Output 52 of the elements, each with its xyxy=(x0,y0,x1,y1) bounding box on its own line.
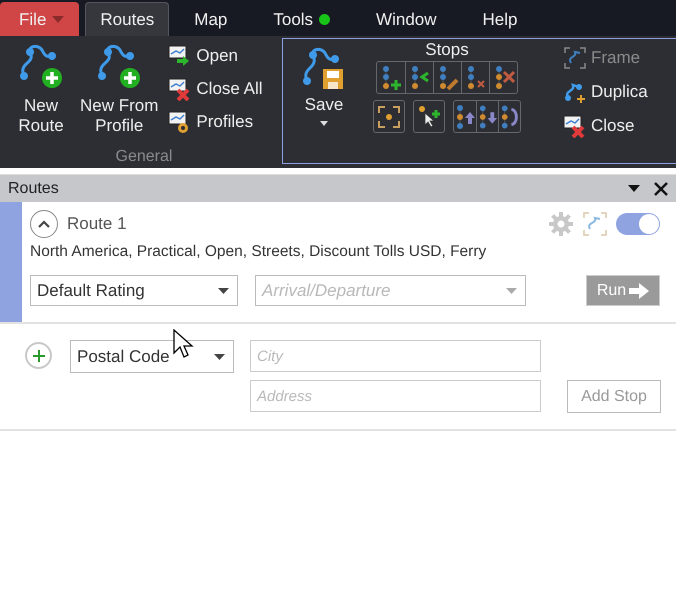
caret-icon xyxy=(52,16,64,23)
pointer-plus-icon xyxy=(417,104,441,128)
stops-icon xyxy=(380,64,402,90)
city-field[interactable]: City xyxy=(250,340,541,372)
caret-icon xyxy=(214,354,225,360)
ribbon-button[interactable]: Profiles xyxy=(168,109,263,135)
window-x-icon xyxy=(168,77,192,101)
menu-tab[interactable]: Map xyxy=(173,2,248,36)
collapse-button[interactable] xyxy=(30,210,58,238)
frame-route-icon xyxy=(563,46,587,70)
ribbon-button[interactable]: Open xyxy=(168,43,263,69)
chevron-icon xyxy=(38,220,50,228)
address-field[interactable]: Address xyxy=(250,380,541,412)
menu-tab[interactable]: Help xyxy=(462,2,538,36)
arrow-icon xyxy=(629,282,650,298)
window-x-icon xyxy=(563,114,587,138)
route-options: North America, Practical, Open, Streets, Discount Tolls USD, Ferry xyxy=(30,243,660,261)
stop-tool-button[interactable] xyxy=(433,62,461,93)
route-name: Route 1 xyxy=(67,214,127,234)
menu-tab[interactable]: Tools xyxy=(252,2,352,36)
ribbon-button[interactable]: Close xyxy=(563,113,648,139)
caret-icon xyxy=(506,288,517,294)
stop-tool-button[interactable] xyxy=(498,101,520,132)
plus-icon xyxy=(32,350,44,362)
route-plus-icon xyxy=(563,80,587,104)
ribbon-button[interactable]: Close All xyxy=(168,76,263,102)
caret-icon xyxy=(218,288,229,294)
stop-tool-button[interactable] xyxy=(476,101,498,132)
menu-tab[interactable]: Routes xyxy=(85,2,170,36)
group-label: General xyxy=(114,148,174,166)
stop-tool-button[interactable] xyxy=(413,100,445,133)
close-icon[interactable] xyxy=(654,182,668,196)
stop-tool-button[interactable] xyxy=(489,62,517,93)
add-button[interactable] xyxy=(25,342,52,369)
stops-icon xyxy=(477,104,498,130)
dropdown-icon[interactable] xyxy=(628,185,640,192)
cursor-icon xyxy=(173,329,195,359)
location-type-select[interactable]: Postal Code xyxy=(70,340,234,373)
stops-icon xyxy=(499,104,520,130)
group-label: Stops xyxy=(425,39,469,61)
stops-icon xyxy=(454,104,476,130)
ribbon-button[interactable]: New Route xyxy=(12,40,70,148)
menu-tab[interactable]: File xyxy=(0,2,80,36)
visibility-toggle[interactable] xyxy=(616,213,660,235)
rating-select[interactable]: Default Rating xyxy=(30,275,238,306)
stop-tool-button[interactable] xyxy=(373,100,405,133)
frame-dot-icon xyxy=(377,104,401,128)
panel-title: Routes xyxy=(8,180,59,198)
ribbon-button[interactable]: Duplica xyxy=(563,79,648,105)
menu-tab[interactable]: Window xyxy=(355,2,458,36)
ribbon-button[interactable]: New From Profile xyxy=(76,40,162,148)
save-button[interactable]: Save xyxy=(297,39,351,163)
